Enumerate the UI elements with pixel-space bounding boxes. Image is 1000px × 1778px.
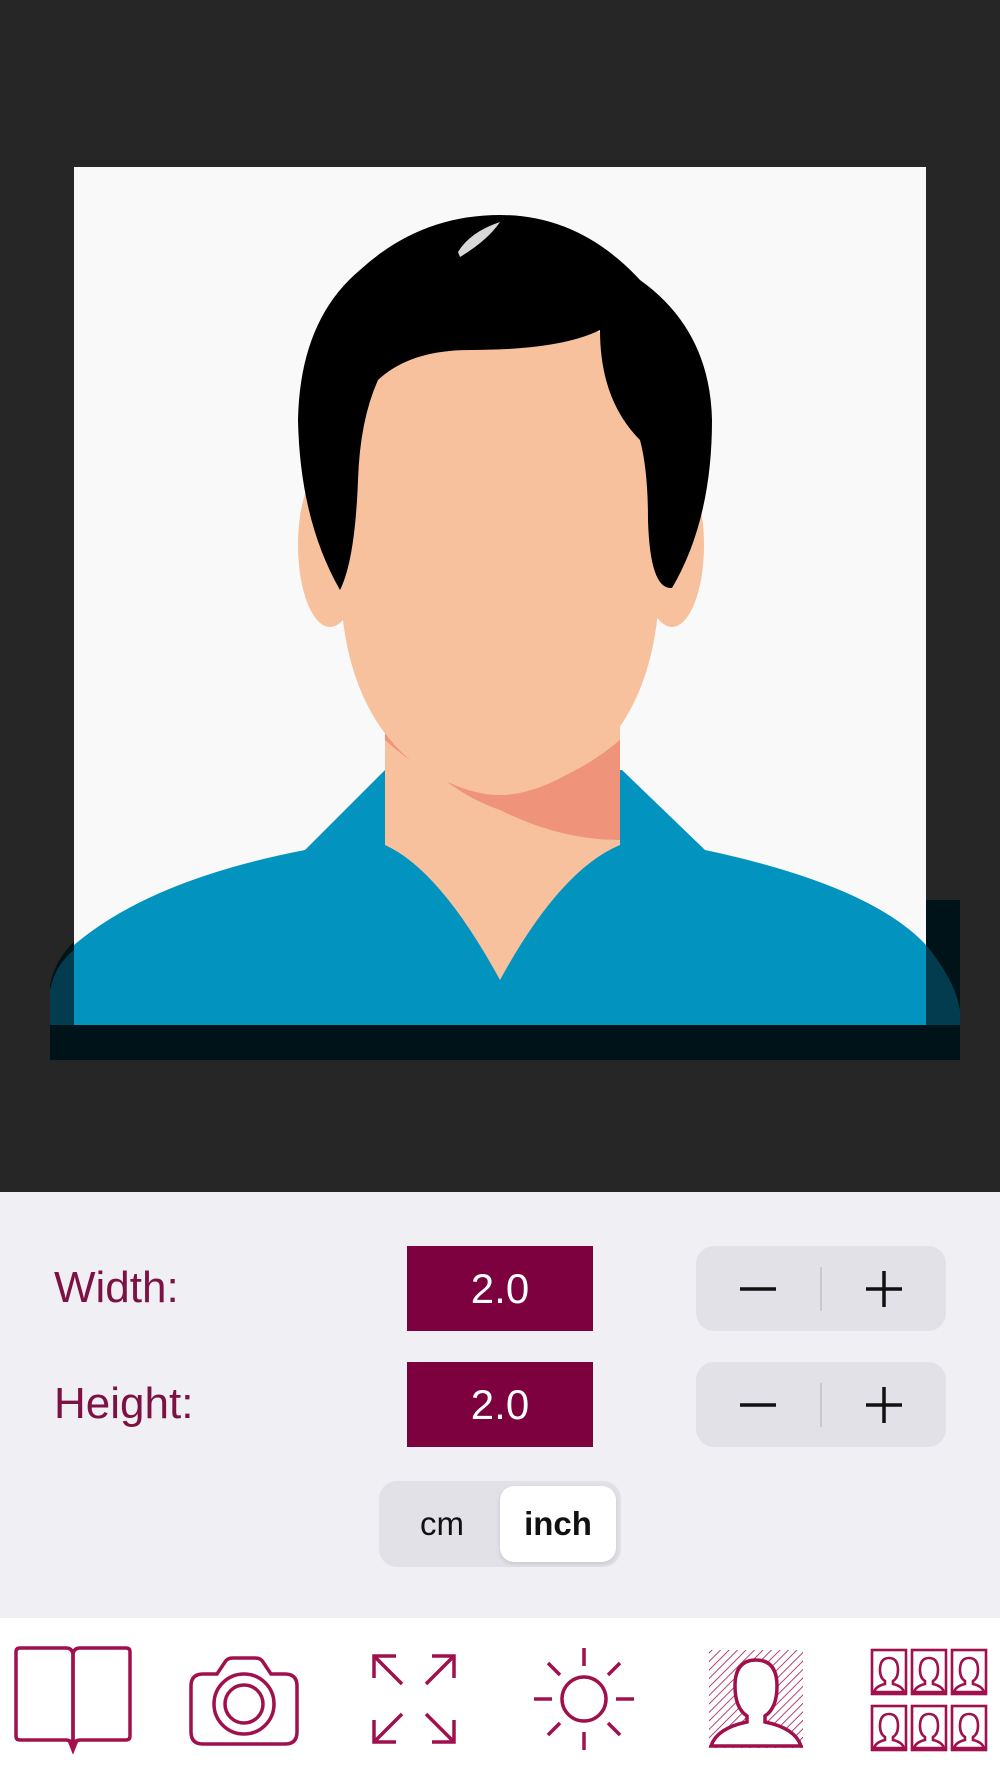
tab-crop[interactable]	[364, 1646, 464, 1756]
bottom-tab-bar	[0, 1618, 1000, 1778]
height-increment-button[interactable]	[822, 1362, 946, 1447]
tab-print-layout[interactable]	[870, 1646, 988, 1756]
width-decrement-button[interactable]	[696, 1246, 820, 1331]
size-controls-panel: Width: 2.0 Height: 2.0 cm inch	[0, 1192, 1000, 1618]
unit-option-inch[interactable]: inch	[500, 1486, 616, 1562]
width-increment-button[interactable]	[822, 1246, 946, 1331]
unit-option-cm[interactable]: cm	[384, 1486, 500, 1562]
expand-arrows-icon	[372, 1654, 456, 1744]
photo-grid-icon	[870, 1648, 988, 1752]
brightness-icon	[534, 1648, 634, 1750]
height-label: Height:	[54, 1379, 194, 1428]
face	[340, 330, 660, 795]
camera-icon	[189, 1656, 299, 1746]
minus-icon	[740, 1286, 776, 1291]
height-stepper	[696, 1362, 946, 1447]
tab-guide[interactable]	[12, 1646, 134, 1756]
width-value-field[interactable]: 2.0	[407, 1246, 593, 1331]
tab-background[interactable]	[707, 1646, 805, 1756]
tab-camera[interactable]	[185, 1646, 303, 1756]
portrait-background-icon	[708, 1650, 804, 1748]
width-label: Width:	[54, 1263, 179, 1312]
width-stepper	[696, 1246, 946, 1331]
height-value-field[interactable]: 2.0	[407, 1362, 593, 1447]
unit-segmented-control: cm inch	[379, 1481, 621, 1567]
tab-brightness[interactable]	[534, 1646, 634, 1756]
minus-icon	[740, 1402, 776, 1407]
photo-viewer[interactable]	[0, 0, 1000, 1192]
plus-icon	[866, 1270, 902, 1307]
book-icon	[14, 1646, 132, 1755]
passport-photo-preview	[50, 167, 960, 1060]
plus-icon	[866, 1386, 902, 1423]
height-decrement-button[interactable]	[696, 1362, 820, 1447]
